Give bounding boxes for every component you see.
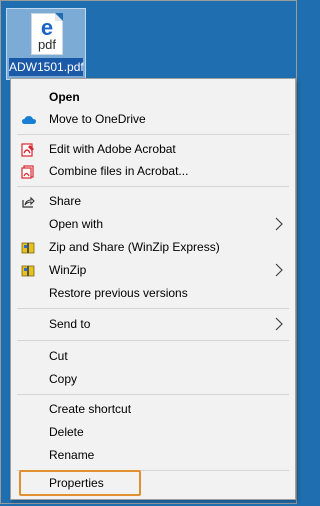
chevron-right-icon <box>273 213 285 235</box>
chevron-right-icon <box>273 259 285 281</box>
menu-item-restore-previous-versions[interactable]: Restore previous versions <box>11 282 295 304</box>
menu-item-combine-files-acrobat[interactable]: Combine files in Acrobat... <box>11 160 295 182</box>
menu-separator <box>17 308 289 309</box>
menu-item-open-with[interactable]: Open with <box>11 213 295 235</box>
menu-item-send-to[interactable]: Send to <box>11 313 295 335</box>
menu-item-move-to-onedrive[interactable]: Move to OneDrive <box>11 108 295 130</box>
menu-item-zip-and-share[interactable]: Zip and Share (WinZip Express) <box>11 236 295 258</box>
file-name-label[interactable]: ADW1501.pdf <box>9 58 84 76</box>
menu-separator <box>17 186 289 187</box>
winzip-icon <box>21 240 35 254</box>
menu-separator <box>17 394 289 395</box>
desktop-file-icon[interactable]: e pdf ADW1501.pdf <box>6 8 86 80</box>
menu-item-winzip[interactable]: WinZip <box>11 259 295 281</box>
menu-separator <box>17 134 289 135</box>
menu-item-cut[interactable]: Cut <box>11 345 295 367</box>
menu-item-copy[interactable]: Copy <box>11 368 295 390</box>
context-menu: Open Move to OneDrive Edit with Adobe Ac… <box>10 78 296 500</box>
adobe-acrobat-icon <box>21 142 35 157</box>
menu-item-delete[interactable]: Delete <box>11 421 295 443</box>
share-icon <box>21 194 35 208</box>
menu-item-create-shortcut[interactable]: Create shortcut <box>11 398 295 420</box>
menu-separator <box>17 340 289 341</box>
winzip-icon <box>21 263 35 277</box>
file-extension-text: pdf <box>37 37 57 52</box>
menu-item-open[interactable]: Open <box>11 86 295 108</box>
chevron-right-icon <box>273 313 285 335</box>
menu-item-edit-with-acrobat[interactable]: Edit with Adobe Acrobat <box>11 138 295 160</box>
onedrive-icon <box>21 112 36 126</box>
menu-item-properties[interactable]: Properties <box>11 472 295 494</box>
page-fold <box>55 13 63 21</box>
adobe-acrobat-combine-icon <box>21 164 35 179</box>
menu-item-share[interactable]: Share <box>11 190 295 212</box>
edge-browser-badge: e <box>40 15 54 40</box>
pdf-document-icon: e pdf <box>31 13 63 55</box>
menu-item-rename[interactable]: Rename <box>11 444 295 466</box>
